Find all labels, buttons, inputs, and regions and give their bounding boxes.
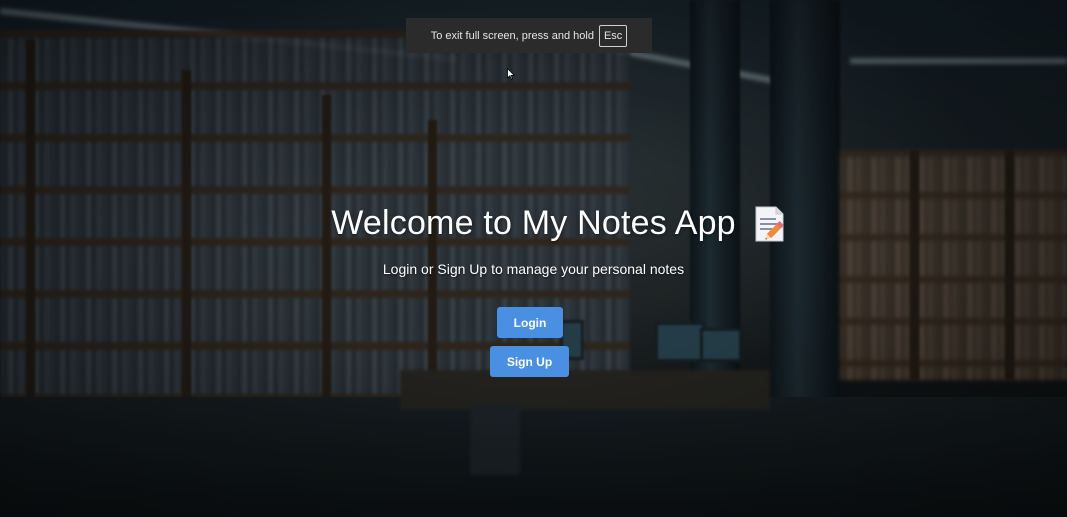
login-button[interactable]: Login bbox=[497, 307, 563, 338]
mouse-cursor-icon bbox=[507, 68, 515, 80]
fullscreen-exit-notice: To exit full screen, press and hold Esc bbox=[406, 18, 652, 53]
page-subtitle: Login or Sign Up to manage your personal… bbox=[382, 261, 685, 277]
fullscreen-notice-text: To exit full screen, press and hold bbox=[430, 29, 594, 42]
esc-key-hint: Esc bbox=[598, 24, 628, 47]
page-title: Welcome to My Notes App bbox=[331, 204, 736, 242]
memo-icon bbox=[755, 206, 784, 241]
welcome-section: Welcome to My Notes App Login or Sign Up… bbox=[0, 204, 1067, 277]
signup-button[interactable]: Sign Up bbox=[490, 346, 569, 377]
